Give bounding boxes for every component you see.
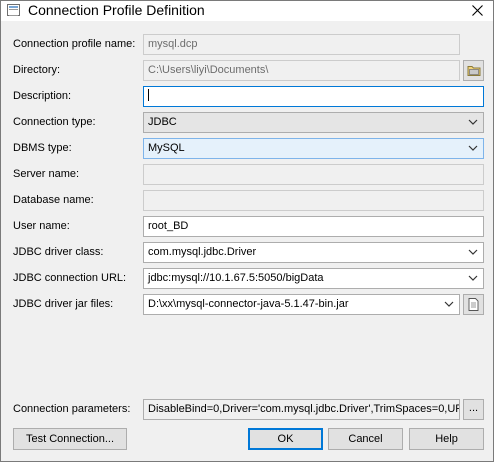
ok-button[interactable]: OK	[248, 428, 323, 450]
chevron-down-icon	[468, 275, 478, 281]
close-icon	[472, 5, 483, 16]
user-name-label: User name:	[13, 220, 70, 232]
edit-parameters-label: ...	[468, 402, 479, 414]
dbms-type-value: MySQL	[148, 142, 185, 154]
jdbc-url-value: jdbc:mysql://10.1.67.5:5050/bigData	[148, 272, 324, 284]
directory-field: C:\Users\liyi\Documents\	[143, 60, 460, 81]
cancel-button[interactable]: Cancel	[328, 428, 403, 450]
connection-type-select[interactable]: JDBC	[143, 112, 484, 133]
dbms-type-select[interactable]: MySQL	[143, 138, 484, 159]
server-name-label: Server name:	[13, 168, 80, 180]
test-connection-button[interactable]: Test Connection...	[13, 428, 127, 450]
connection-parameters-label: Connection parameters:	[13, 403, 131, 415]
profile-name-label: Connection profile name:	[13, 38, 136, 50]
document-icon	[468, 298, 479, 311]
window-icon	[7, 4, 20, 16]
window-title: Connection Profile Definition	[28, 2, 205, 18]
chevron-down-icon	[444, 301, 454, 307]
connection-profile-dialog: Connection Profile Definition Connection…	[0, 0, 494, 462]
jdbc-driver-class-label: JDBC driver class:	[13, 246, 104, 258]
folder-icon	[467, 66, 481, 76]
connection-type-label: Connection type:	[13, 116, 96, 128]
close-button[interactable]	[461, 1, 493, 20]
description-label: Description:	[13, 90, 72, 102]
database-name-input[interactable]	[143, 190, 484, 211]
jdbc-driver-class-value: com.mysql.jdbc.Driver	[148, 246, 257, 258]
title-bar: Connection Profile Definition	[1, 1, 493, 21]
description-input[interactable]	[143, 86, 484, 107]
jdbc-driver-jar-label: JDBC driver jar files:	[13, 298, 114, 310]
edit-parameters-button[interactable]: ...	[463, 399, 484, 420]
chevron-down-icon	[468, 249, 478, 255]
directory-label: Directory:	[13, 64, 61, 76]
jdbc-driver-jar-select[interactable]: D:\xx\mysql-connector-java-5.1.47-bin.ja…	[143, 294, 460, 315]
connection-type-value: JDBC	[148, 116, 177, 128]
user-name-input[interactable]: root_BD	[143, 216, 484, 237]
browse-directory-button[interactable]	[463, 60, 484, 81]
connection-parameters-field: DisableBind=0,Driver='com.mysql.jdbc.Dri…	[143, 399, 460, 420]
database-name-label: Database name:	[13, 194, 94, 206]
dbms-type-label: DBMS type:	[13, 142, 72, 154]
chevron-down-icon	[468, 119, 478, 125]
jdbc-url-select[interactable]: jdbc:mysql://10.1.67.5:5050/bigData	[143, 268, 484, 289]
browse-jar-button[interactable]	[463, 294, 484, 315]
jdbc-driver-class-select[interactable]: com.mysql.jdbc.Driver	[143, 242, 484, 263]
help-button[interactable]: Help	[409, 428, 484, 450]
server-name-input[interactable]	[143, 164, 484, 185]
chevron-down-icon	[468, 145, 478, 151]
jdbc-url-label: JDBC connection URL:	[13, 272, 127, 284]
text-caret	[148, 89, 149, 102]
jdbc-driver-jar-value: D:\xx\mysql-connector-java-5.1.47-bin.ja…	[148, 298, 349, 310]
profile-name-field: mysql.dcp	[143, 34, 460, 55]
